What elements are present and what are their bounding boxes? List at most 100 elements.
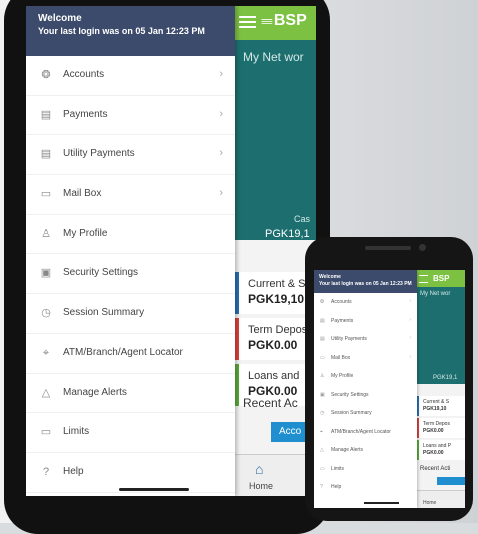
accounts-icon: ❂	[320, 299, 325, 305]
menu-item-atm-branch-agent-locator[interactable]: ⌖ ATM/Branch/Agent Locator	[26, 334, 235, 374]
menu-item-label: My Profile	[63, 227, 108, 239]
menu-item-security-settings[interactable]: ▣ Security Settings	[314, 386, 417, 405]
card-accent	[417, 418, 419, 438]
home-tab-label[interactable]: Home	[423, 500, 436, 506]
menu-item-manage-alerts[interactable]: △ Manage Alerts	[26, 374, 235, 414]
welcome-text: Welcome	[38, 13, 82, 24]
menu-item-label: Help	[63, 465, 84, 477]
home-tab-label[interactable]: Home	[249, 481, 273, 491]
profile-icon: ♙	[320, 373, 325, 379]
menu-item-label: Mail Box	[63, 188, 102, 200]
accounts-button[interactable]	[437, 477, 465, 485]
card-accent	[417, 440, 419, 460]
menu-item-label: Payments	[63, 108, 108, 120]
menu-item-utility-payments[interactable]: ▤ Utility Payments ›	[314, 330, 417, 349]
menu-item-session-summary[interactable]: ◷ Session Summary	[314, 404, 417, 423]
menu-item-security-settings[interactable]: ▣ Security Settings	[26, 254, 235, 295]
chevron-right-icon: ›	[409, 335, 411, 341]
location-pin-icon: ⌖	[320, 428, 323, 435]
account-card-loans[interactable]: Loans and P PGK0.00	[417, 440, 465, 460]
warning-icon: △	[320, 447, 324, 453]
navigation-drawer: Welcome Your last login was on 05 Jan 12…	[26, 6, 235, 496]
card-title: Term Depos	[423, 421, 450, 427]
menu-item-help[interactable]: ? Help	[26, 453, 235, 493]
menu-item-payments[interactable]: ▤ Payments ›	[314, 312, 417, 331]
bottom-nav: Home	[417, 490, 465, 508]
warning-icon: △	[41, 386, 51, 399]
help-icon: ?	[42, 465, 50, 478]
menu-item-my-profile[interactable]: ♙ My Profile	[314, 367, 417, 386]
menu-item-my-profile[interactable]: ♙ My Profile	[26, 215, 235, 255]
tablet-device: ≡≡ BSP My Net wor Cas PGK19,1 Current & S…	[4, 0, 330, 534]
menu-item-limits[interactable]: ▭ Limits	[314, 460, 417, 479]
menu-item-label: ATM/Branch/Agent Locator	[331, 428, 391, 435]
phone-net-worth-panel: My Net wor PGK19,1	[417, 287, 465, 384]
home-indicator	[119, 488, 189, 491]
chevron-right-icon: ›	[219, 147, 223, 160]
account-card-term-deposit[interactable]: Term Depos PGK0.00	[417, 418, 465, 438]
app-top-bar: ≡≡ BSP	[235, 6, 316, 40]
card-title: Loans and	[248, 370, 300, 382]
card-amount: PGK19,10	[423, 406, 447, 412]
phone-top-bar: BSP	[417, 270, 465, 287]
phone-speaker	[365, 246, 411, 250]
security-icon: ▣	[320, 391, 325, 398]
menu-item-help[interactable]: ? Help	[314, 478, 417, 497]
chevron-right-icon: ›	[409, 353, 411, 360]
menu-item-mail-box[interactable]: ▭ Mail Box ›	[314, 349, 417, 368]
menu-item-payments[interactable]: ▤ Payments ›	[26, 96, 235, 136]
bottom-nav: ⌂ Home	[235, 454, 316, 496]
hamburger-menu-icon[interactable]	[239, 16, 256, 28]
help-icon: ?	[320, 484, 323, 490]
menu-item-label: Manage Alerts	[331, 447, 363, 453]
menu-item-label: Accounts	[331, 299, 352, 305]
clock-icon: ◷	[320, 410, 325, 416]
clock-icon: ◷	[41, 307, 51, 320]
menu-item-label: Payments	[331, 317, 354, 324]
cash-amount: PGK19,1	[433, 375, 458, 381]
recent-activity-heading: Recent Acti	[420, 466, 451, 472]
account-card-current[interactable]: Current & S PGK19,10	[417, 396, 465, 416]
phone-camera	[419, 244, 426, 251]
card-icon: ▭	[40, 426, 52, 439]
menu-item-session-summary[interactable]: ◷ Session Summary	[26, 294, 235, 334]
card-icon: ▭	[320, 465, 325, 472]
menu-item-label: Utility Payments	[63, 148, 135, 160]
hamburger-menu-icon[interactable]	[419, 275, 428, 283]
utility-icon: ▤	[320, 336, 325, 342]
mailbox-icon: ▭	[40, 188, 52, 201]
menu-item-manage-alerts[interactable]: △ Manage Alerts	[314, 441, 417, 460]
net-worth-panel: My Net wor Cas PGK19,1	[235, 40, 316, 240]
home-icon[interactable]: ⌂	[255, 461, 263, 477]
menu-item-utility-payments[interactable]: ▤ Utility Payments ›	[26, 135, 235, 176]
menu-item-label: Utility Payments	[331, 336, 367, 342]
account-card-current[interactable]: Current & S PGK19,10	[235, 272, 316, 314]
bsp-logo: BSP	[433, 274, 450, 283]
phone-app-panel: BSP My Net wor PGK19,1 Current & S PGK19…	[417, 270, 465, 508]
menu-item-label: Security Settings	[331, 391, 369, 398]
phone-device: BSP My Net wor PGK19,1 Current & S PGK19…	[305, 237, 473, 521]
card-accent	[417, 396, 419, 416]
chevron-right-icon: ›	[219, 68, 223, 80]
security-icon: ▣	[40, 267, 52, 280]
bsp-logo: ≡≡ BSP	[261, 12, 307, 29]
card-accent	[235, 318, 239, 360]
menu-item-mail-box[interactable]: ▭ Mail Box ›	[26, 175, 235, 215]
card-amount: PGK0.00	[423, 428, 444, 434]
account-card-term-deposit[interactable]: Term Depos PGK0.00	[235, 318, 316, 360]
card-amount: PGK0.00	[423, 450, 444, 456]
payments-icon: ▤	[320, 317, 325, 324]
card-title: Term Depos	[248, 324, 308, 336]
last-login-text: Your last login was on 05 Jan 12:23 PM	[38, 26, 205, 36]
tablet-screen: ≡≡ BSP My Net wor Cas PGK19,1 Current & S…	[26, 6, 316, 496]
drawer-menu: ❂ Accounts › ▤ Payments › ▤ Utility Payments › ▭ M…	[26, 56, 235, 493]
menu-item-label: My Profile	[331, 373, 354, 379]
menu-item-limits[interactable]: ▭ Limits	[26, 413, 235, 453]
menu-item-atm-branch-agent-locator[interactable]: ⌖ ATM/Branch/Agent Locator	[314, 423, 417, 442]
menu-item-label: Session Summary	[63, 307, 145, 319]
home-indicator	[364, 502, 399, 504]
menu-item-label: ATM/Branch/Agent Locator	[63, 346, 183, 358]
menu-item-accounts[interactable]: ❂ Accounts ›	[314, 293, 417, 312]
menu-item-accounts[interactable]: ❂ Accounts ›	[26, 56, 235, 96]
drawer-menu: ❂ Accounts › ▤ Payments › ▤ Utility Payments › ▭ M…	[314, 293, 417, 497]
